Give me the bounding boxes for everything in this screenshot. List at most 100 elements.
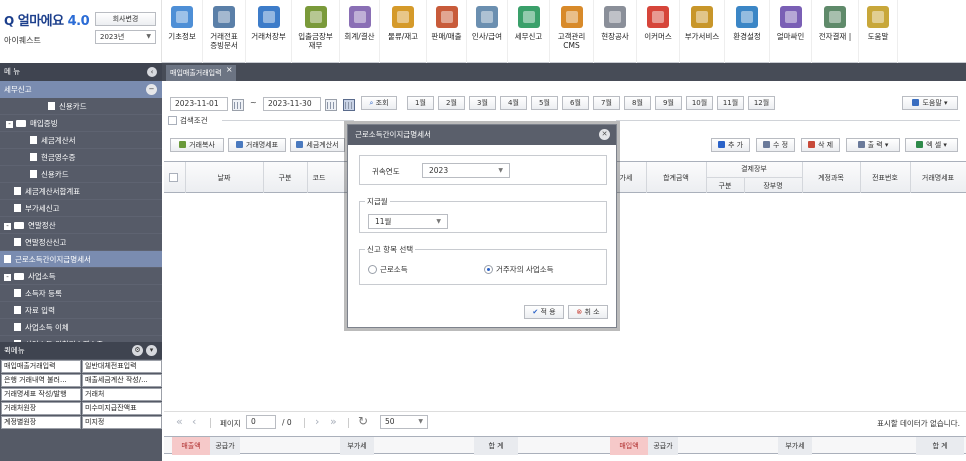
- col-account[interactable]: 계정과목: [802, 173, 860, 183]
- col-voucher[interactable]: 전표번호: [860, 173, 910, 183]
- sidebar-item[interactable]: 사업소득 이체: [0, 319, 162, 336]
- first-page-icon[interactable]: «: [176, 415, 183, 428]
- col-settle-name[interactable]: 장부명: [744, 181, 802, 191]
- quick-menu-button[interactable]: 미지정: [82, 416, 162, 429]
- month-button[interactable]: 3월: [469, 96, 496, 110]
- radio-earned-income[interactable]: 근로소득: [368, 265, 408, 275]
- menu-item[interactable]: 세무신고: [508, 0, 550, 63]
- edit-button[interactable]: 수 정: [756, 138, 795, 152]
- col-settle-type[interactable]: 구분: [706, 181, 744, 191]
- search-button[interactable]: ⌕ 조회: [361, 96, 397, 110]
- minus-icon[interactable]: −: [146, 84, 157, 95]
- help-button[interactable]: 도움말 ▾: [902, 96, 958, 110]
- menu-item[interactable]: 고객관리 CMS: [550, 0, 594, 63]
- sidebar-item[interactable]: - 연말정산: [0, 217, 162, 234]
- sidebar-item[interactable]: 현금영수증: [0, 149, 162, 166]
- sidebar-item[interactable]: 신용카드: [0, 98, 162, 115]
- collapse-icon[interactable]: ‹: [147, 67, 157, 77]
- prev-page-icon[interactable]: ‹: [192, 415, 196, 428]
- close-icon[interactable]: ✕: [599, 129, 610, 140]
- print-button[interactable]: 출 력 ▾: [846, 138, 900, 152]
- sidebar-item[interactable]: 근로소득간이지급명세서: [0, 251, 162, 268]
- quick-menu-button[interactable]: 매출세금계산 작성/...: [82, 374, 162, 387]
- page-size-select[interactable]: 50 ▼: [380, 415, 428, 429]
- quick-menu-button[interactable]: 계정별원장: [1, 416, 81, 429]
- col-settle-book[interactable]: 결제장부: [706, 164, 802, 174]
- menu-item[interactable]: 전자결재 |: [812, 0, 859, 63]
- menu-item[interactable]: 거래전표 증빙문서: [203, 0, 246, 63]
- calendar-icon[interactable]: [232, 99, 244, 111]
- menu-item[interactable]: 거래처장부: [246, 0, 292, 63]
- company-change-button[interactable]: 회사변경: [95, 12, 156, 26]
- calendar-grid-icon[interactable]: [343, 99, 355, 111]
- month-button[interactable]: 10월: [686, 96, 713, 110]
- month-button[interactable]: 12월: [748, 96, 775, 110]
- last-page-icon[interactable]: »: [330, 415, 337, 428]
- sidebar-item[interactable]: - 매입증빙: [0, 115, 162, 132]
- calendar-icon[interactable]: [325, 99, 337, 111]
- col-statement[interactable]: 거래명세표: [910, 173, 966, 183]
- col-total[interactable]: 합계금액: [646, 173, 706, 183]
- month-button[interactable]: 7월: [593, 96, 620, 110]
- month-button[interactable]: 4월: [500, 96, 527, 110]
- radio-business-income[interactable]: 거주자의 사업소득: [484, 265, 554, 275]
- year-select[interactable]: 2023년 ▼: [95, 30, 156, 44]
- cancel-button[interactable]: ⊗ 취 소: [568, 305, 608, 319]
- quick-menu-button[interactable]: 일반대체전표입력: [82, 360, 162, 373]
- delete-button[interactable]: 삭 제: [801, 138, 840, 152]
- quick-menu-button[interactable]: 거래처: [82, 388, 162, 401]
- menu-item[interactable]: 물류/재고: [380, 0, 427, 63]
- month-select[interactable]: 11월 ▼: [368, 214, 448, 229]
- collapse-toggle-icon[interactable]: -: [6, 121, 13, 128]
- col-type[interactable]: 구분: [263, 173, 307, 183]
- quick-menu-button[interactable]: 은행 거래내역 불러...: [1, 374, 81, 387]
- collapse-toggle-icon[interactable]: -: [4, 274, 11, 281]
- sidebar-item[interactable]: 부가세신고: [0, 200, 162, 217]
- quick-menu-button[interactable]: 매입매출거래입력: [1, 360, 81, 373]
- tax-invoice-button[interactable]: 세금계산서: [290, 138, 345, 152]
- month-button[interactable]: 8월: [624, 96, 651, 110]
- radio-icon[interactable]: [484, 265, 493, 274]
- month-button[interactable]: 5월: [531, 96, 558, 110]
- statement-button[interactable]: 거래명세표: [228, 138, 286, 152]
- sidebar-section-tax[interactable]: 세무신고 −: [0, 81, 162, 98]
- month-button[interactable]: 11월: [717, 96, 744, 110]
- sidebar-item[interactable]: 세금계산서: [0, 132, 162, 149]
- page-input[interactable]: 0: [246, 415, 276, 429]
- checkbox-icon[interactable]: [168, 116, 177, 125]
- menu-item[interactable]: 입출금장부 재무: [292, 0, 340, 63]
- menu-item[interactable]: 회계/결산: [340, 0, 380, 63]
- menu-item[interactable]: 현장공사: [594, 0, 637, 63]
- date-to-input[interactable]: 2023-11-30: [263, 97, 321, 111]
- quick-menu-button[interactable]: 미수미지급잔액표: [82, 402, 162, 415]
- excel-button[interactable]: 엑 셀 ▾: [905, 138, 958, 152]
- gear-icon[interactable]: ⚙: [132, 345, 143, 356]
- col-vat[interactable]: 가세: [616, 173, 636, 183]
- menu-item[interactable]: 인사/급여: [467, 0, 508, 63]
- col-date[interactable]: 날짜: [185, 173, 263, 183]
- close-icon[interactable]: ×: [226, 62, 233, 78]
- sidebar-item[interactable]: 세금계산서합계표: [0, 183, 162, 200]
- sidebar-item[interactable]: 신용카드: [0, 166, 162, 183]
- menu-item[interactable]: 이커머스: [637, 0, 680, 63]
- apply-button[interactable]: ✔ 적 용: [524, 305, 564, 319]
- menu-item[interactable]: 부가서비스: [680, 0, 725, 63]
- radio-icon[interactable]: [368, 265, 377, 274]
- search-condition-toggle[interactable]: 검색조건: [168, 115, 208, 126]
- next-page-icon[interactable]: ›: [315, 415, 319, 428]
- month-button[interactable]: 9월: [655, 96, 682, 110]
- menu-item[interactable]: 도움말: [859, 0, 898, 63]
- refresh-icon[interactable]: ↻: [358, 414, 368, 428]
- col-code[interactable]: 코드: [307, 173, 331, 183]
- month-button[interactable]: 2월: [438, 96, 465, 110]
- date-from-input[interactable]: 2023-11-01: [170, 97, 228, 111]
- sidebar-item[interactable]: 자료 입력: [0, 302, 162, 319]
- month-button[interactable]: 6월: [562, 96, 589, 110]
- collapse-toggle-icon[interactable]: -: [4, 223, 11, 230]
- add-button[interactable]: 추 가: [711, 138, 750, 152]
- menu-item[interactable]: 환경설정: [725, 0, 770, 63]
- month-button[interactable]: 1월: [407, 96, 434, 110]
- sidebar-item[interactable]: 소득자 등록: [0, 285, 162, 302]
- menu-item[interactable]: 얼마싸인: [770, 0, 812, 63]
- year-select[interactable]: 2023 ▼: [422, 163, 510, 178]
